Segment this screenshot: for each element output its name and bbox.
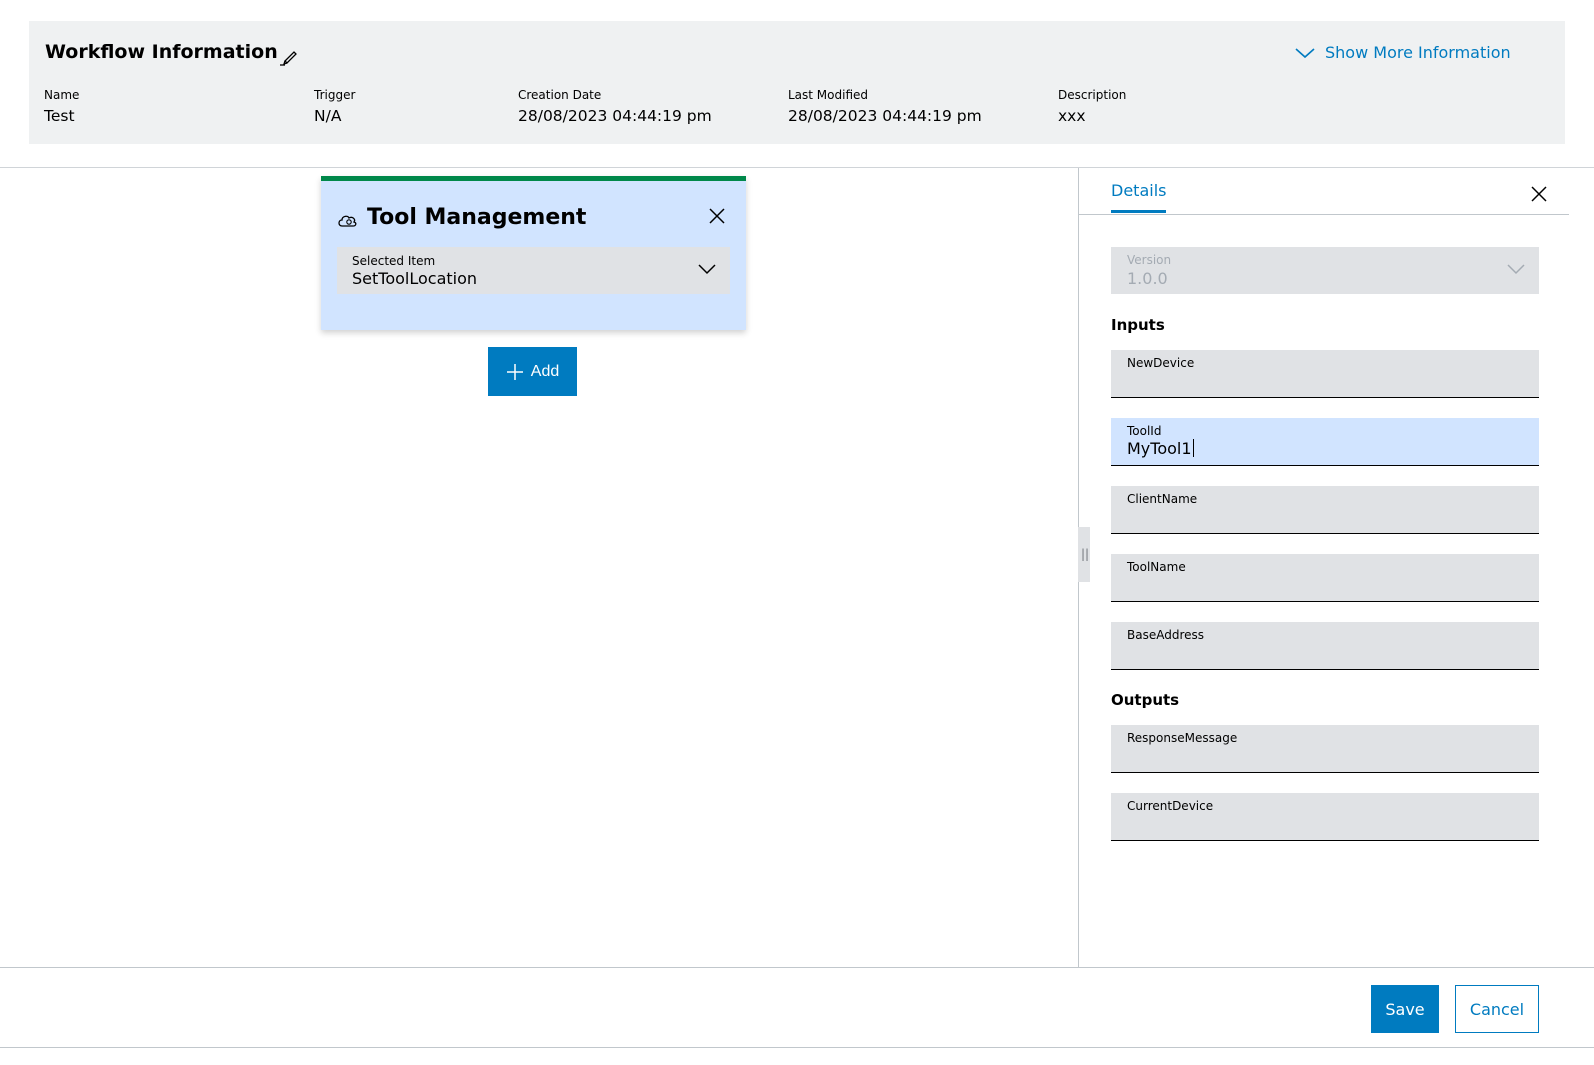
workflow-info-title: Workflow Information bbox=[45, 41, 278, 63]
grip-icon: || bbox=[1081, 547, 1090, 561]
field-value-wrap: MyTool1 bbox=[1127, 439, 1194, 458]
info-field-description: Description xxx bbox=[1058, 88, 1126, 125]
details-panel: Details || Version 1.0.0 Inputs NewDevic… bbox=[1078, 168, 1594, 967]
text-caret bbox=[1192, 439, 1194, 457]
input-field-clientname[interactable]: ClientName bbox=[1111, 486, 1539, 534]
dropdown-label: Selected Item bbox=[352, 254, 436, 268]
tab-details[interactable]: Details bbox=[1111, 181, 1167, 213]
chevron-down-icon bbox=[698, 264, 716, 275]
close-icon[interactable] bbox=[706, 205, 728, 227]
info-field-label: Description bbox=[1058, 88, 1127, 102]
field-label: ClientName bbox=[1127, 492, 1198, 506]
info-field-last-modified: Last Modified 28/08/2023 04:44:19 pm bbox=[788, 88, 982, 125]
input-field-toolid[interactable]: ToolId MyTool1 bbox=[1111, 418, 1539, 466]
footer-divider bbox=[0, 967, 1594, 968]
info-field-trigger: Trigger N/A bbox=[314, 88, 355, 125]
info-field-label: Last Modified bbox=[788, 88, 869, 102]
info-field-name: Name Test bbox=[44, 88, 79, 125]
chevron-down-icon bbox=[1507, 264, 1525, 275]
field-label: ToolName bbox=[1127, 560, 1186, 574]
show-more-information-link[interactable]: Show More Information bbox=[1295, 43, 1511, 62]
info-field-value: 28/08/2023 04:44:19 pm bbox=[788, 107, 982, 125]
info-field-creation-date: Creation Date 28/08/2023 04:44:19 pm bbox=[518, 88, 712, 125]
field-label: BaseAddress bbox=[1127, 628, 1205, 642]
panel-tabs: Details bbox=[1079, 168, 1569, 215]
field-value: MyTool1 bbox=[1127, 439, 1192, 458]
tool-management-card[interactable]: Tool Management Selected Item SetToolLoc… bbox=[321, 176, 746, 330]
pencil-edit-icon[interactable] bbox=[279, 45, 301, 67]
card-title: Tool Management bbox=[367, 205, 587, 230]
field-label: ResponseMessage bbox=[1127, 731, 1238, 745]
workflow-info-panel: Workflow Information Show More Informati… bbox=[29, 21, 1565, 144]
info-field-label: Trigger bbox=[314, 88, 356, 102]
cancel-button[interactable]: Cancel bbox=[1455, 985, 1539, 1033]
info-field-label: Creation Date bbox=[518, 88, 602, 102]
output-field-currentdevice[interactable]: CurrentDevice bbox=[1111, 793, 1539, 841]
info-field-value: Test bbox=[44, 107, 75, 125]
field-label: NewDevice bbox=[1127, 356, 1195, 370]
outputs-heading: Outputs bbox=[1111, 691, 1180, 709]
show-more-label: Show More Information bbox=[1325, 43, 1511, 62]
info-field-label: Name bbox=[44, 88, 80, 102]
field-label: ToolId bbox=[1127, 424, 1162, 438]
input-field-toolname[interactable]: ToolName bbox=[1111, 554, 1539, 602]
save-button[interactable]: Save bbox=[1371, 985, 1439, 1033]
plus-icon bbox=[506, 363, 523, 380]
info-field-value: xxx bbox=[1058, 107, 1086, 125]
version-dropdown: Version 1.0.0 bbox=[1111, 247, 1539, 294]
add-button-label: Add bbox=[530, 362, 560, 380]
chevron-down-icon bbox=[1295, 47, 1315, 58]
output-field-responsemessage[interactable]: ResponseMessage bbox=[1111, 725, 1539, 773]
version-label: Version bbox=[1127, 253, 1172, 267]
cloud-gear-icon bbox=[338, 215, 357, 227]
panel-resize-handle[interactable]: || bbox=[1078, 527, 1090, 582]
input-field-baseaddress[interactable]: BaseAddress bbox=[1111, 622, 1539, 670]
field-label: CurrentDevice bbox=[1127, 799, 1214, 813]
bottom-divider bbox=[0, 1047, 1594, 1048]
dropdown-value: SetToolLocation bbox=[352, 269, 478, 288]
info-field-value: N/A bbox=[314, 107, 342, 125]
version-value: 1.0.0 bbox=[1127, 269, 1168, 288]
info-field-value: 28/08/2023 04:44:19 pm bbox=[518, 107, 712, 125]
selected-item-dropdown[interactable]: Selected Item SetToolLocation bbox=[337, 247, 730, 294]
close-panel-icon[interactable] bbox=[1529, 184, 1549, 204]
add-button[interactable]: Add bbox=[488, 347, 577, 396]
input-field-newdevice[interactable]: NewDevice bbox=[1111, 350, 1539, 398]
inputs-heading: Inputs bbox=[1111, 316, 1165, 334]
